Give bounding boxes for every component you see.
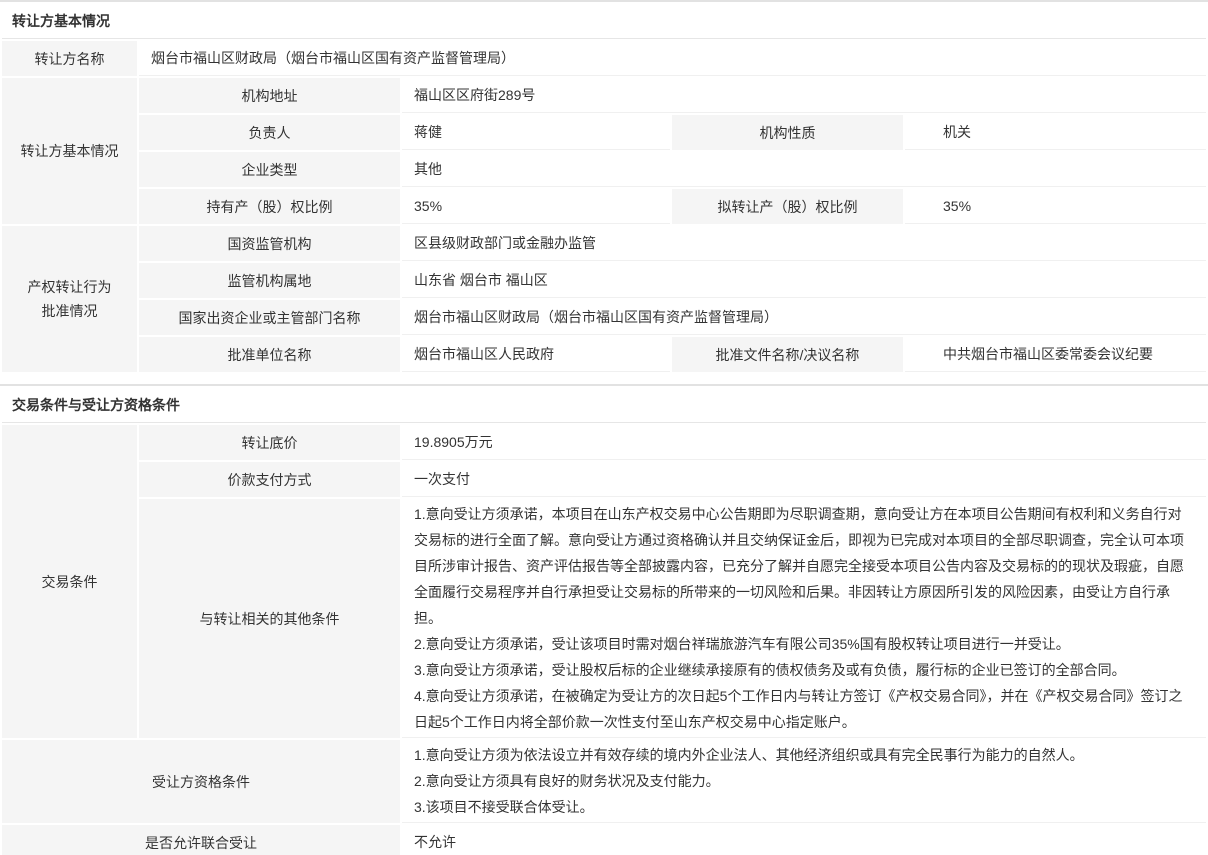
transferor-info-table: 转让方基本情况 转让方名称 烟台市福山区财政局（烟台市福山区国有资产监督管理局）…: [0, 0, 1208, 374]
group-label-transaction-conditions: 交易条件: [2, 425, 137, 738]
value-regulator-region: 山东省 烟台市 福山区: [402, 263, 1206, 298]
value-transferor-name: 烟台市福山区财政局（烟台市福山区国有资产监督管理局）: [139, 41, 1206, 76]
qualification-paragraph-1: 1.意向受让方须为依法设立并有效存续的境内外企业法人、其他经济组织或具有完全民事…: [414, 742, 1194, 768]
value-transfer-equity-ratio: 35%: [905, 189, 1206, 224]
table-row: 负责人 蒋健 机构性质 机关: [2, 115, 1206, 150]
label-org-nature: 机构性质: [672, 115, 903, 150]
table-row: 企业类型 其他: [2, 152, 1206, 187]
value-enterprise-type: 其他: [402, 152, 1206, 187]
value-other-transfer-conditions: 1.意向受让方须承诺，本项目在山东产权交易中心公告期即为尽职调查期，意向受让方在…: [402, 499, 1206, 738]
label-transfer-equity-ratio: 拟转让产（股）权比例: [672, 189, 903, 224]
table-row: 价款支付方式 一次支付: [2, 462, 1206, 497]
label-transferee-qualifications: 受让方资格条件: [2, 740, 400, 823]
group-label-basic-info: 转让方基本情况: [2, 78, 137, 224]
group-label-approval-info: 产权转让行为 批准情况: [2, 226, 137, 372]
value-person-in-charge: 蒋健: [402, 115, 670, 150]
qualification-paragraph-3: 3.该项目不接受联合体受让。: [414, 794, 1194, 820]
condition-paragraph-1: 1.意向受让方须承诺，本项目在山东产权交易中心公告期即为尽职调查期，意向受让方在…: [414, 501, 1194, 631]
table-row: 持有产（股）权比例 35% 拟转让产（股）权比例 35%: [2, 189, 1206, 224]
qualification-paragraph-2: 2.意向受让方须具有良好的财务状况及支付能力。: [414, 768, 1194, 794]
label-payment-method: 价款支付方式: [139, 462, 400, 497]
table-row: 批准单位名称 烟台市福山区人民政府 批准文件名称/决议名称 中共烟台市福山区委常…: [2, 337, 1206, 372]
label-sasac-regulator: 国资监管机构: [139, 226, 400, 261]
value-sasac-regulator: 区县级财政部门或金融办监管: [402, 226, 1206, 261]
section-header-row: 交易条件与受让方资格条件: [2, 388, 1206, 423]
table-row: 监管机构属地 山东省 烟台市 福山区: [2, 263, 1206, 298]
transaction-conditions-table: 交易条件与受让方资格条件 交易条件 转让底价 19.8905万元 价款支付方式 …: [0, 384, 1208, 855]
label-org-address: 机构地址: [139, 78, 400, 113]
label-approval-document: 批准文件名称/决议名称: [672, 337, 903, 372]
section-title-transaction: 交易条件与受让方资格条件: [2, 388, 1206, 423]
table-row: 转让方名称 烟台市福山区财政局（烟台市福山区国有资产监督管理局）: [2, 41, 1206, 76]
label-person-in-charge: 负责人: [139, 115, 400, 150]
value-held-equity-ratio: 35%: [402, 189, 670, 224]
table-row: 受让方资格条件 1.意向受让方须为依法设立并有效存续的境内外企业法人、其他经济组…: [2, 740, 1206, 823]
label-floor-price: 转让底价: [139, 425, 400, 460]
label-other-transfer-conditions: 与转让相关的其他条件: [139, 499, 400, 738]
value-approval-unit: 烟台市福山区人民政府: [402, 337, 670, 372]
condition-paragraph-2: 2.意向受让方须承诺，受让该项目时需对烟台祥瑞旅游汽车有限公司35%国有股权转让…: [414, 631, 1194, 657]
value-state-funded-enterprise: 烟台市福山区财政局（烟台市福山区国有资产监督管理局）: [402, 300, 1206, 335]
table-row: 转让方基本情况 机构地址 福山区区府街289号: [2, 78, 1206, 113]
value-org-nature: 机关: [905, 115, 1206, 150]
table-row: 国家出资企业或主管部门名称 烟台市福山区财政局（烟台市福山区国有资产监督管理局）: [2, 300, 1206, 335]
table-row: 是否允许联合受让 不允许: [2, 825, 1206, 855]
table-row: 交易条件 转让底价 19.8905万元: [2, 425, 1206, 460]
section-header-row: 转让方基本情况: [2, 4, 1206, 39]
value-floor-price: 19.8905万元: [402, 425, 1206, 460]
value-joint-transfer-allowed: 不允许: [402, 825, 1206, 855]
label-joint-transfer-allowed: 是否允许联合受让: [2, 825, 400, 855]
group-label-line2: 批准情况: [8, 299, 131, 323]
label-approval-unit: 批准单位名称: [139, 337, 400, 372]
label-regulator-region: 监管机构属地: [139, 263, 400, 298]
value-transferee-qualifications: 1.意向受让方须为依法设立并有效存续的境内外企业法人、其他经济组织或具有完全民事…: [402, 740, 1206, 823]
label-transferor-name: 转让方名称: [2, 41, 137, 76]
condition-paragraph-4: 4.意向受让方须承诺，在被确定为受让方的次日起5个工作日内与转让方签订《产权交易…: [414, 683, 1194, 735]
label-enterprise-type: 企业类型: [139, 152, 400, 187]
value-payment-method: 一次支付: [402, 462, 1206, 497]
value-approval-document: 中共烟台市福山区委常委会议纪要: [905, 337, 1206, 372]
group-label-line1: 产权转让行为: [8, 275, 131, 299]
label-state-funded-enterprise: 国家出资企业或主管部门名称: [139, 300, 400, 335]
table-row: 产权转让行为 批准情况 国资监管机构 区县级财政部门或金融办监管: [2, 226, 1206, 261]
value-org-address: 福山区区府街289号: [402, 78, 1206, 113]
condition-paragraph-3: 3.意向受让方须承诺，受让股权后标的企业继续承接原有的债权债务及或有负债，履行标…: [414, 657, 1194, 683]
table-row: 与转让相关的其他条件 1.意向受让方须承诺，本项目在山东产权交易中心公告期即为尽…: [2, 499, 1206, 738]
section-title-transferor: 转让方基本情况: [2, 4, 1206, 39]
label-held-equity-ratio: 持有产（股）权比例: [139, 189, 400, 224]
